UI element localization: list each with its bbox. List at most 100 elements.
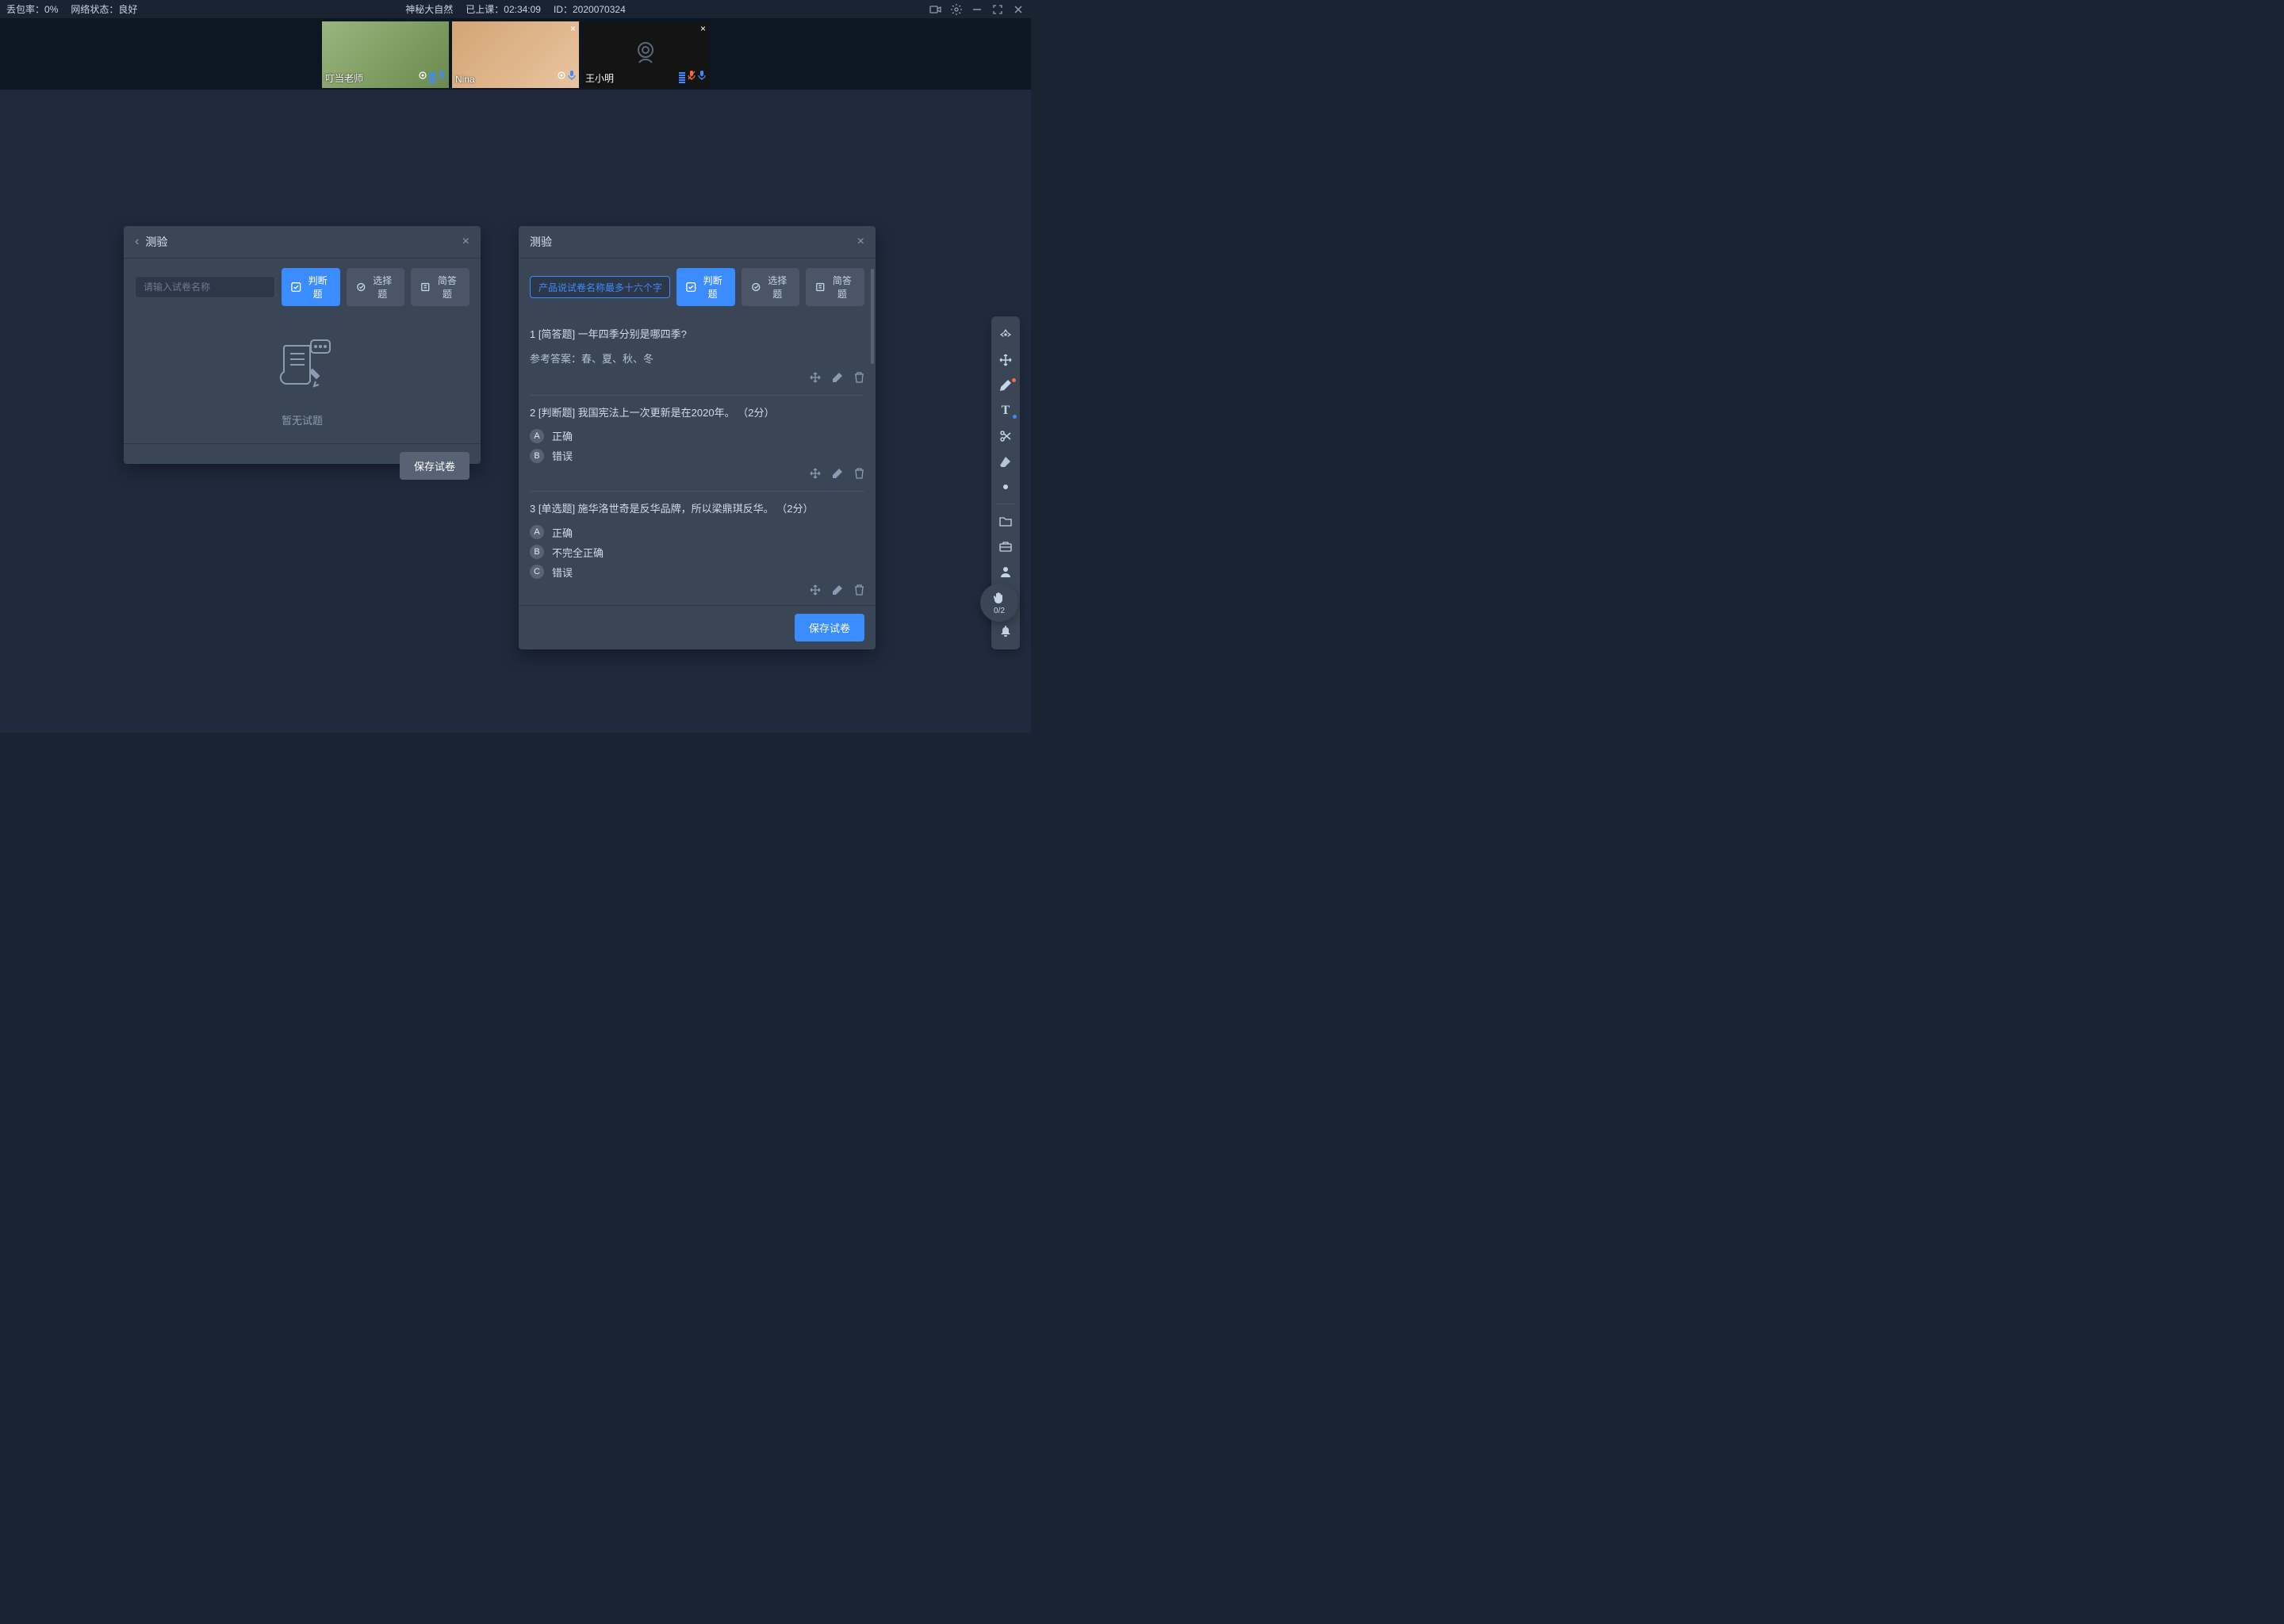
- move-icon[interactable]: [810, 372, 821, 385]
- network-indicator-icon: [558, 71, 565, 85]
- settings-icon[interactable]: [950, 3, 963, 16]
- question-block: 2 [判断题] 我国宪法上一次更新是在2020年。 （2分） A 正确 B 错误: [530, 396, 864, 492]
- option-letter: B: [530, 545, 544, 559]
- text-tool-icon[interactable]: T: [991, 399, 1020, 423]
- tab-short-button[interactable]: 简答题: [411, 268, 469, 306]
- session-id: ID：2020070324: [554, 2, 626, 16]
- quiz-name-input[interactable]: [530, 276, 670, 298]
- delete-icon[interactable]: [854, 372, 864, 385]
- toolbox-tool-icon[interactable]: [991, 534, 1020, 558]
- mic-icon: [698, 70, 706, 85]
- video-name-label: 王小明: [585, 71, 614, 85]
- quiz-name-input[interactable]: [135, 276, 275, 298]
- video-tile-teacher[interactable]: 叮当老师: [322, 21, 449, 88]
- panel-title: 测验: [530, 234, 857, 250]
- camera-icon[interactable]: [929, 3, 942, 16]
- quiz-panel-editor: 测验 × 判断题 选择题 简答题 1 [简答题] 一年四季分别是哪四季? 参考答案…: [519, 226, 876, 649]
- network-indicator-icon: [419, 71, 427, 85]
- edit-icon[interactable]: [832, 372, 843, 385]
- tile-close-icon[interactable]: ×: [570, 23, 576, 34]
- person-tool-icon[interactable]: [991, 560, 1020, 584]
- mic-muted-icon: [688, 70, 696, 85]
- hand-count: 0/2: [994, 607, 1005, 615]
- question-block: 1 [简答题] 一年四季分别是哪四季? 参考答案：春、夏、秋、冬: [530, 317, 864, 396]
- question-actions: [530, 372, 864, 385]
- video-tile-student[interactable]: × 王小明: [582, 21, 709, 88]
- question-option[interactable]: A 正确: [530, 525, 864, 540]
- video-tile-student[interactable]: × Nina: [452, 21, 579, 88]
- option-text: 错误: [552, 448, 573, 463]
- scissors-tool-icon[interactable]: [991, 424, 1020, 448]
- question-option[interactable]: A 正确: [530, 428, 864, 443]
- elapsed-time: 已上课：02:34:09: [466, 2, 541, 16]
- option-letter: C: [530, 565, 544, 579]
- eraser-tool-icon[interactable]: [991, 450, 1020, 473]
- question-list[interactable]: 1 [简答题] 一年四季分别是哪四季? 参考答案：春、夏、秋、冬 2 [判断题] 我…: [519, 314, 876, 605]
- option-letter: A: [530, 525, 544, 539]
- delete-icon[interactable]: [854, 584, 864, 598]
- pen-tool-icon[interactable]: [991, 373, 1020, 397]
- hand-icon: [992, 591, 1006, 605]
- tab-judge-button[interactable]: 判断题: [282, 268, 340, 306]
- hand-raise-badge[interactable]: 0/2: [980, 584, 1018, 622]
- option-letter: A: [530, 429, 544, 443]
- panel-title: 测验: [145, 234, 462, 250]
- dot-tool-icon[interactable]: [991, 475, 1020, 499]
- option-text: 不完全正确: [552, 545, 604, 560]
- volume-bars-icon: [679, 72, 685, 83]
- question-actions: [530, 468, 864, 481]
- option-text: 错误: [552, 565, 573, 580]
- back-chevron-icon[interactable]: ‹: [135, 235, 139, 249]
- question-actions: [530, 584, 864, 598]
- tab-short-button[interactable]: 简答题: [806, 268, 864, 306]
- move-tool-icon[interactable]: [991, 348, 1020, 372]
- mic-icon: [568, 70, 576, 85]
- minimize-icon[interactable]: [971, 3, 983, 16]
- tile-close-icon[interactable]: ×: [700, 23, 706, 34]
- empty-illustration-icon: [266, 330, 338, 401]
- question-title: 2 [判断题] 我国宪法上一次更新是在2020年。 （2分）: [530, 405, 864, 421]
- folder-tool-icon[interactable]: [991, 509, 1020, 533]
- option-text: 正确: [552, 525, 573, 540]
- scrollbar-thumb[interactable]: [871, 269, 874, 364]
- packet-loss: 丢包率：0%: [6, 2, 58, 16]
- close-icon[interactable]: [1012, 3, 1025, 16]
- question-option[interactable]: B 不完全正确: [530, 545, 864, 560]
- option-text: 正确: [552, 428, 573, 443]
- question-option[interactable]: C 错误: [530, 565, 864, 580]
- cursor-tool-icon[interactable]: [991, 323, 1020, 347]
- quiz-panel-empty: ‹ 测验 × 判断题 选择题 简答题 暂无试题 保存试卷: [124, 226, 481, 464]
- move-icon[interactable]: [810, 468, 821, 481]
- question-option[interactable]: B 错误: [530, 448, 864, 463]
- empty-state: 暂无试题: [124, 314, 481, 443]
- question-title: 1 [简答题] 一年四季分别是哪四季?: [530, 327, 864, 343]
- video-name-label: 叮当老师: [325, 71, 363, 85]
- move-icon[interactable]: [810, 584, 821, 598]
- top-status-bar: 丢包率：0% 网络状态：良好 神秘大自然 已上课：02:34:09 ID：202…: [0, 0, 1031, 18]
- empty-text: 暂无试题: [282, 412, 323, 427]
- panel-close-icon[interactable]: ×: [857, 235, 864, 249]
- save-quiz-button[interactable]: 保存试卷: [400, 452, 469, 480]
- panel-close-icon[interactable]: ×: [462, 235, 469, 249]
- answer-reference: 参考答案：春、夏、秋、冬: [530, 350, 864, 366]
- tab-choice-button[interactable]: 选择题: [742, 268, 800, 306]
- bell-tool-icon[interactable]: [991, 619, 1020, 643]
- mic-icon: [438, 70, 446, 85]
- course-name: 神秘大自然: [405, 2, 453, 16]
- video-name-label: Nina: [455, 74, 475, 85]
- whiteboard-canvas[interactable]: ‹ 测验 × 判断题 选择题 简答题 暂无试题 保存试卷: [0, 90, 1031, 733]
- maximize-icon[interactable]: [991, 3, 1004, 16]
- question-title: 3 [单选题] 施华洛世奇是反华品牌，所以梁鼎琪反华。 （2分）: [530, 501, 864, 517]
- camera-off-icon: [630, 37, 661, 73]
- tab-judge-button[interactable]: 判断题: [676, 268, 735, 306]
- delete-icon[interactable]: [854, 468, 864, 481]
- save-quiz-button[interactable]: 保存试卷: [795, 614, 864, 642]
- network-status: 网络状态：良好: [71, 2, 137, 16]
- question-block: 3 [单选题] 施华洛世奇是反华品牌，所以梁鼎琪反华。 （2分） A 正确 B 不完全正…: [530, 492, 864, 605]
- edit-icon[interactable]: [832, 468, 843, 481]
- tab-choice-button[interactable]: 选择题: [347, 268, 405, 306]
- option-letter: B: [530, 449, 544, 463]
- edit-icon[interactable]: [832, 584, 843, 598]
- video-thumbnail-strip: 叮当老师 × Nina × 王小明: [0, 18, 1031, 90]
- volume-bars-icon: [429, 72, 435, 83]
